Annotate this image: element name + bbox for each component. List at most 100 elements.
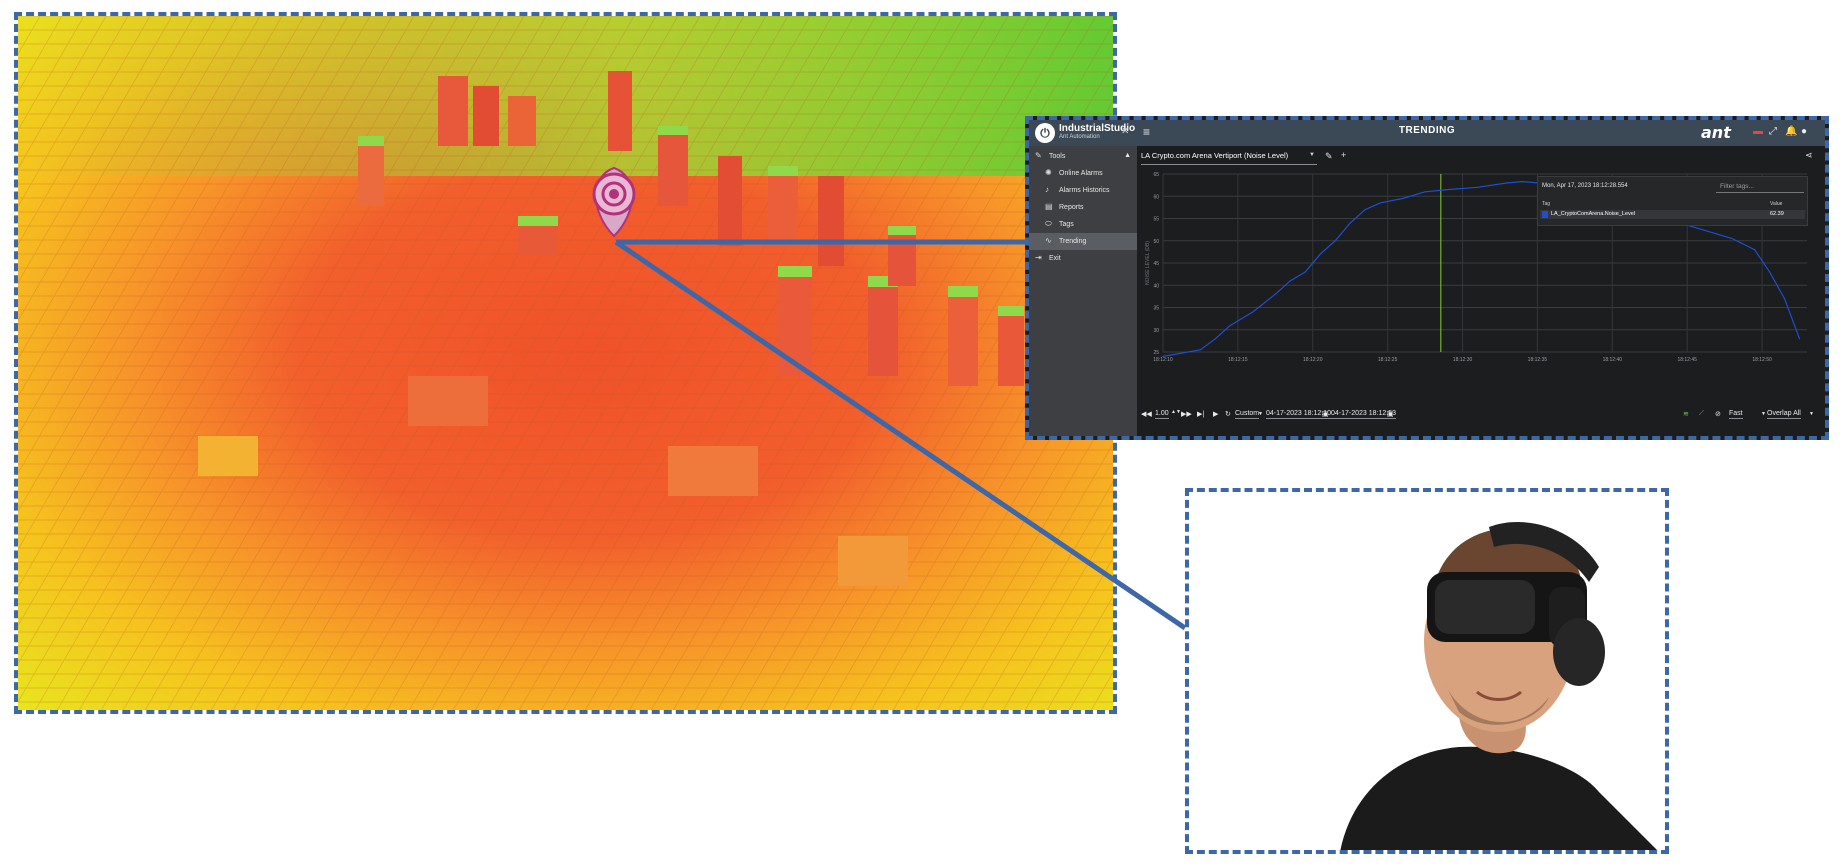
y-tick-label: 30 bbox=[1153, 328, 1159, 334]
data-point bbox=[1319, 253, 1321, 255]
bell-icon: ♪ bbox=[1045, 185, 1049, 194]
legend-tag-name: LA_CryptoComArena.Noise_Level bbox=[1551, 211, 1636, 217]
x-tick-label: 18:12:45 bbox=[1677, 357, 1697, 363]
x-tick-label: 18:12:50 bbox=[1752, 357, 1772, 363]
data-point bbox=[1162, 355, 1164, 358]
y-axis-label: NOISE LEVEL (DB) bbox=[1145, 241, 1151, 285]
range-mode-select[interactable]: Custom bbox=[1235, 410, 1260, 419]
x-tick-label: 18:12:35 bbox=[1528, 357, 1548, 363]
trend-selector-value: LA Crypto.com Arena Vertiport (Noise Lev… bbox=[1141, 151, 1289, 160]
add-icon[interactable]: + bbox=[1341, 150, 1346, 160]
cursor-timestamp: Mon, Apr 17, 2023 18:12:28.554 bbox=[1542, 183, 1628, 189]
data-point bbox=[1379, 202, 1381, 204]
edit-icon[interactable]: ✎ bbox=[1325, 151, 1333, 162]
speed-input[interactable]: 1.00 bbox=[1155, 410, 1169, 419]
sidebar-item-label: Tags bbox=[1059, 221, 1074, 228]
y-tick-label: 40 bbox=[1153, 283, 1159, 289]
autoscale-icon[interactable]: ≋ bbox=[1683, 410, 1689, 418]
data-point bbox=[1424, 191, 1426, 193]
data-point bbox=[1252, 311, 1254, 313]
data-point bbox=[1214, 338, 1217, 340]
app-top-bar: ⏻ IndustrialStudio Ant Automation ✕ ≡ TR… bbox=[1029, 120, 1825, 146]
legend-col-value: Value bbox=[1770, 201, 1783, 207]
noise-heatmap-panel bbox=[14, 12, 1117, 714]
block-icon[interactable]: ⊘ bbox=[1715, 410, 1721, 418]
play-icon[interactable]: ▶ bbox=[1213, 410, 1218, 418]
rate-select[interactable]: Fast bbox=[1729, 410, 1743, 419]
sidebar-item-alarms-historics[interactable]: ♪ Alarms Historics bbox=[1029, 182, 1137, 199]
overlap-select[interactable]: Overlap All bbox=[1767, 410, 1801, 419]
sidebar-item-label: Alarms Historics bbox=[1059, 187, 1110, 194]
share-icon[interactable]: ⋖ bbox=[1805, 150, 1813, 161]
data-point bbox=[1716, 233, 1718, 235]
y-tick-label: 50 bbox=[1153, 239, 1159, 245]
data-point bbox=[1694, 226, 1696, 228]
chevron-down-icon: ▼ bbox=[1309, 152, 1315, 158]
data-point bbox=[1446, 188, 1449, 191]
y-tick-label: 45 bbox=[1153, 261, 1159, 267]
fast-forward-icon[interactable]: ▶▶ bbox=[1181, 410, 1192, 418]
sidebar-item-tools[interactable]: ✎ Tools ▲ bbox=[1029, 148, 1137, 165]
sidebar-item-trending[interactable]: ∿ Trending bbox=[1029, 233, 1137, 250]
sidebar-item-label: Exit bbox=[1049, 255, 1061, 262]
refresh-icon[interactable]: ↻ bbox=[1225, 410, 1231, 418]
sidebar-item-reports[interactable]: ▤ Reports bbox=[1029, 199, 1137, 216]
clipboard-icon: ▤ bbox=[1045, 202, 1053, 211]
data-point bbox=[1402, 197, 1404, 200]
calendar-icon[interactable]: ▣ bbox=[1387, 410, 1394, 418]
trend-style-icon[interactable]: ⟋ bbox=[1699, 410, 1704, 418]
x-tick-label: 18:12:15 bbox=[1228, 357, 1248, 363]
data-point bbox=[1731, 237, 1733, 240]
data-point bbox=[1289, 280, 1291, 282]
tag-icon: ⬭ bbox=[1045, 219, 1052, 228]
skip-end-icon[interactable]: ▶| bbox=[1197, 410, 1204, 418]
legend-col-tag: Tag bbox=[1542, 201, 1551, 207]
user-icon[interactable]: ● bbox=[1801, 126, 1807, 137]
sidebar-item-online-alarms[interactable]: ✺ Online Alarms bbox=[1029, 165, 1137, 182]
x-tick-label: 18:12:20 bbox=[1303, 357, 1323, 363]
chevron-down-icon: ▼ bbox=[1258, 411, 1263, 417]
legend-row[interactable]: LA_CryptoComArena.Noise_Level 62.39 bbox=[1540, 210, 1805, 219]
flag-icon[interactable]: ▬ bbox=[1753, 126, 1763, 137]
bell-icon[interactable]: 🔔 bbox=[1785, 126, 1797, 137]
y-tick-label: 55 bbox=[1153, 217, 1159, 223]
data-point bbox=[1364, 209, 1366, 211]
chevron-down-icon: ▼ bbox=[1761, 411, 1766, 417]
data-point bbox=[1334, 240, 1336, 242]
trending-content: LA Crypto.com Arena Vertiport (Noise Lev… bbox=[1137, 146, 1825, 436]
sidebar-item-tags[interactable]: ⬭ Tags bbox=[1029, 216, 1137, 233]
alarm-icon: ✺ bbox=[1045, 168, 1052, 177]
sidebar-item-exit[interactable]: ⇥ Exit bbox=[1029, 250, 1137, 267]
trend-selector[interactable]: LA Crypto.com Arena Vertiport (Noise Lev… bbox=[1141, 151, 1317, 165]
fullscreen-icon[interactable]: ⤢ bbox=[1769, 126, 1777, 137]
data-point bbox=[1476, 186, 1479, 188]
y-tick-label: 35 bbox=[1153, 306, 1159, 312]
filter-tags-input[interactable]: Filter tags... bbox=[1716, 181, 1804, 193]
data-point bbox=[1349, 222, 1351, 224]
data-point bbox=[1768, 271, 1771, 273]
data-point bbox=[1274, 293, 1276, 295]
rewind-icon[interactable]: ◀◀ bbox=[1141, 410, 1152, 418]
speed-stepper-icon[interactable]: ▲▼ bbox=[1171, 409, 1181, 415]
sidebar-item-label: Tools bbox=[1049, 153, 1066, 160]
y-tick-label: 65 bbox=[1153, 172, 1159, 178]
legend-header: Tag Value bbox=[1542, 201, 1804, 209]
x-tick-label: 18:12:25 bbox=[1378, 357, 1398, 363]
wrench-icon: ✎ bbox=[1035, 151, 1042, 160]
data-point bbox=[1304, 271, 1306, 273]
playback-toolbar: ◀◀ 1.00 ▲▼ ▶▶ ▶| ▶ ↻ Custom ▼ 04-17-2023… bbox=[1137, 398, 1825, 436]
data-point bbox=[1199, 349, 1202, 351]
sidebar-item-label: Trending bbox=[1059, 238, 1087, 245]
y-tick-label: 25 bbox=[1153, 350, 1159, 356]
data-point bbox=[1229, 324, 1231, 326]
chevron-down-icon: ▼ bbox=[1809, 411, 1814, 417]
trending-app-window: ⏻ IndustrialStudio Ant Automation ✕ ≡ TR… bbox=[1025, 116, 1829, 440]
sidebar-item-label: Reports bbox=[1059, 204, 1084, 211]
x-tick-label: 18:12:10 bbox=[1153, 357, 1173, 363]
data-point bbox=[1783, 298, 1786, 300]
calendar-icon[interactable]: ▣ bbox=[1322, 410, 1329, 418]
trend-icon: ∿ bbox=[1045, 236, 1052, 245]
chevron-up-icon: ▲ bbox=[1124, 152, 1131, 159]
data-point bbox=[1506, 182, 1509, 184]
data-point bbox=[1798, 338, 1801, 340]
